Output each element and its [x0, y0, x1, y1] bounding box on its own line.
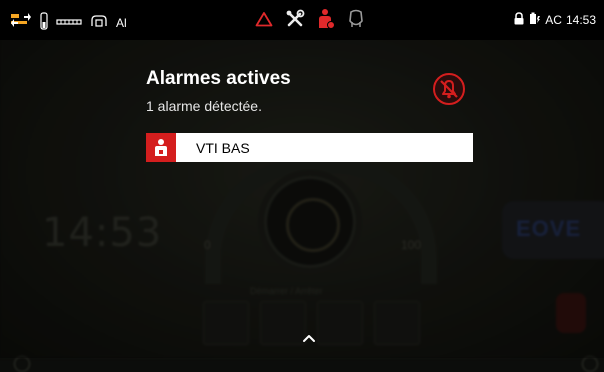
status-left-label: Al	[116, 15, 127, 30]
patient-alarm-icon	[317, 8, 335, 33]
lock-icon	[513, 12, 525, 28]
alarm-silence-button[interactable]	[432, 72, 466, 106]
patient-interface-icon	[90, 14, 108, 31]
status-bar-left: Al	[10, 12, 127, 33]
alarm-list-item[interactable]: VTI BAS	[146, 133, 473, 162]
oxygen-icon	[40, 12, 48, 33]
power-source-label: AC	[545, 13, 562, 27]
alarm-panel-title: Alarmes actives	[146, 68, 291, 89]
status-bar-right: AC 14:53	[513, 12, 596, 28]
alarm-label: VTI BAS	[196, 139, 250, 156]
info-icon	[582, 356, 598, 372]
circuit-icon	[56, 16, 82, 30]
patient-alarm-icon	[146, 133, 176, 162]
alarm-overlay	[0, 40, 604, 358]
battery-charging-icon	[529, 12, 541, 28]
chevron-up-icon[interactable]	[302, 330, 316, 342]
status-bar-alerts	[255, 8, 365, 33]
mask-icon	[347, 9, 365, 32]
alarm-muted-icon	[433, 73, 465, 105]
help-icon	[14, 356, 30, 372]
mode-switch-icon	[10, 12, 32, 33]
status-time: 14:53	[565, 13, 596, 27]
tools-icon	[285, 9, 305, 32]
status-bar: Al AC 14:53	[0, 0, 604, 40]
warning-triangle-icon	[255, 11, 273, 30]
alarm-panel-subtitle: 1 alarme détectée.	[146, 98, 262, 114]
